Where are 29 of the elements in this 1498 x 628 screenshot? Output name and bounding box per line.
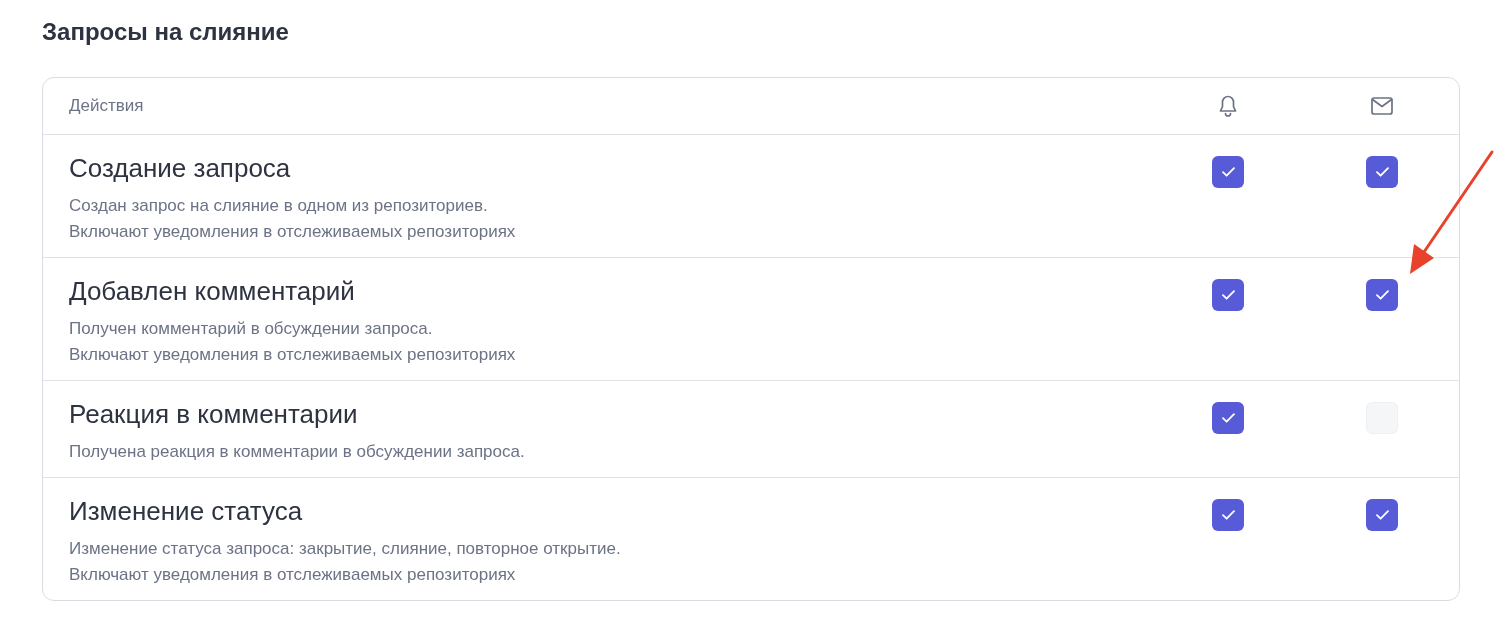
checkmark-icon xyxy=(1221,510,1235,520)
checkbox[interactable] xyxy=(1366,499,1398,531)
action-description: Создан запрос на слияние в одном из репозиториев. xyxy=(69,195,488,217)
action-title: Изменение статуса xyxy=(69,495,303,527)
action-description: Получена реакция в комментарии в обсуждении запроса. xyxy=(69,441,525,463)
action-description: Получен комментарий в обсуждении запроса. xyxy=(69,318,433,340)
checkmark-icon xyxy=(1221,167,1235,177)
checkmark-icon xyxy=(1375,167,1389,177)
checkbox[interactable] xyxy=(1212,156,1244,188)
section-title: Запросы на слияние xyxy=(42,17,289,47)
action-title: Добавлен комментарий xyxy=(69,275,355,307)
checkbox[interactable] xyxy=(1366,156,1398,188)
column-header: Действия xyxy=(69,96,144,116)
action-description: Изменение статуса запроса: закрытие, слияние, повторное открытие. xyxy=(69,538,621,560)
checkbox[interactable] xyxy=(1212,499,1244,531)
action-description: Включают уведомления в отслеживаемых репозиториях xyxy=(69,221,516,243)
action-title: Создание запроса xyxy=(69,152,291,184)
action-description: Включают уведомления в отслеживаемых репозиториях xyxy=(69,344,516,366)
mail-icon xyxy=(1371,97,1393,115)
checkbox[interactable] xyxy=(1212,402,1244,434)
checkmark-icon xyxy=(1221,413,1235,423)
bell-icon xyxy=(1218,95,1238,117)
action-title: Реакция в комментарии xyxy=(69,398,358,430)
checkbox[interactable] xyxy=(1366,279,1398,311)
checkmark-icon xyxy=(1375,510,1389,520)
checkmark-icon xyxy=(1221,290,1235,300)
checkmark-icon xyxy=(1375,290,1389,300)
checkbox[interactable] xyxy=(1212,279,1244,311)
action-description: Включают уведомления в отслеживаемых репозиториях xyxy=(69,564,516,586)
